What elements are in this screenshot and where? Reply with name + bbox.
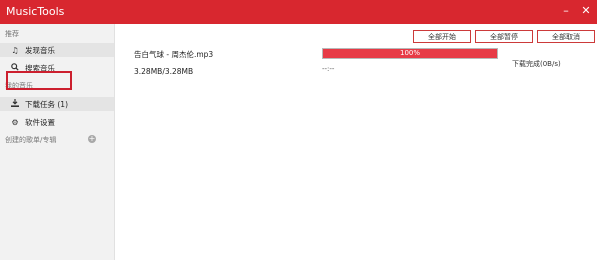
- sidebar-item-label: 下载任务 (1): [25, 99, 69, 109]
- window-controls: – ✕: [559, 4, 593, 18]
- add-playlist-icon[interactable]: +: [88, 135, 96, 143]
- sidebar-item-label: 发现音乐: [25, 45, 55, 55]
- task-time-remaining: --:--: [322, 65, 335, 73]
- app-title: MusicTools: [6, 5, 65, 18]
- start-all-button[interactable]: 全部开始: [413, 30, 471, 43]
- task-toolbar: 全部开始 全部暂停 全部取消: [413, 30, 595, 43]
- pause-all-button[interactable]: 全部暂停: [475, 30, 533, 43]
- gear-icon: ⚙: [11, 117, 19, 127]
- music-note-icon: ♫: [11, 45, 19, 55]
- search-icon-svg: [11, 63, 19, 71]
- close-icon[interactable]: ✕: [579, 4, 593, 18]
- sidebar-item-settings[interactable]: ⚙ 软件设置: [0, 115, 114, 129]
- task-progress-bar: 100%: [322, 48, 498, 59]
- section-label-recommend: 推荐: [5, 30, 19, 38]
- minimize-icon[interactable]: –: [559, 4, 573, 18]
- title-bar: MusicTools – ✕: [0, 0, 597, 24]
- task-size: 3.28MB/3.28MB: [134, 67, 194, 76]
- sidebar-item-downloads[interactable]: 下载任务 (1): [0, 97, 114, 111]
- sidebar-item-label: 软件设置: [25, 117, 55, 127]
- download-icon: [10, 99, 20, 109]
- task-filename: 告白气球 - 周杰伦.mp3: [134, 50, 214, 59]
- progress-text: 100%: [399, 49, 420, 57]
- cancel-all-button[interactable]: 全部取消: [537, 30, 595, 43]
- sidebar-item-discover[interactable]: ♫ 发现音乐: [0, 43, 114, 57]
- section-label-playlists: 创建的歌单/专辑: [5, 136, 57, 144]
- highlight-frame: [6, 71, 72, 90]
- task-status: 下载完成(0B/s): [512, 60, 561, 68]
- download-icon-svg: [11, 99, 19, 107]
- sidebar: 推荐 ♫ 发现音乐 搜索音乐 我的音乐 下载任务 (1) ⚙ 软件设置 创建的歌…: [0, 24, 115, 260]
